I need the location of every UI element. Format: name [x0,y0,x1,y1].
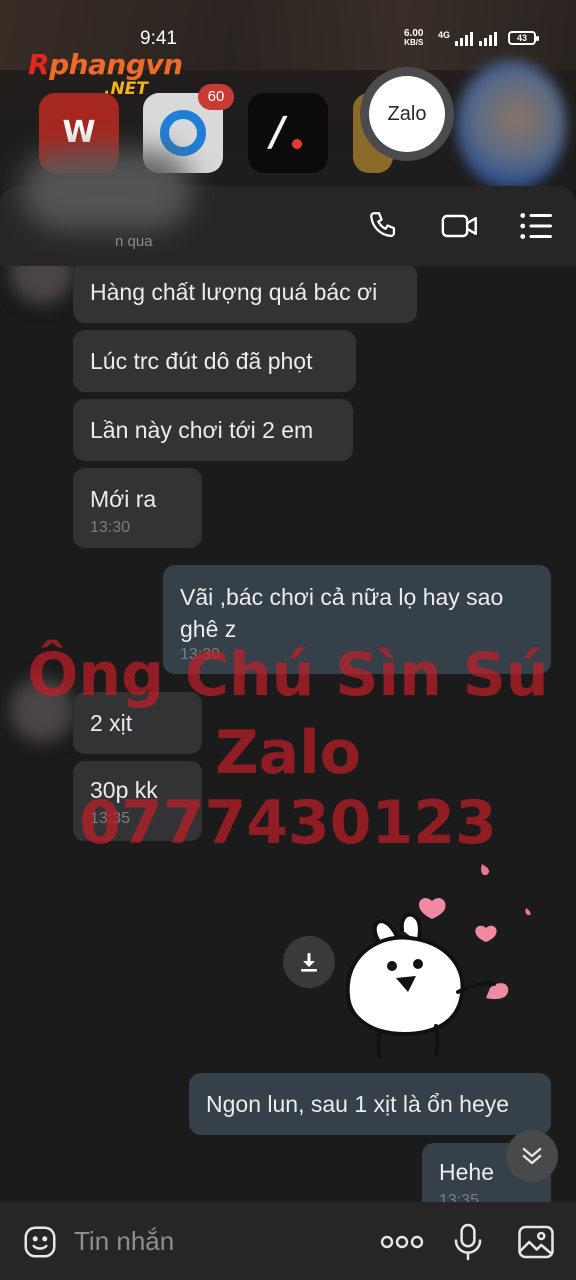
overlay-watermark-line2: Zalo 0777430123 [79,718,497,858]
incoming-message[interactable]: Hàng chất lượng quá bác ơi [73,266,417,323]
logo-letter: R [28,48,50,81]
message-time: 13:30 [90,519,131,536]
message-text: Hàng chất lượng quá bác ơi [90,279,378,305]
notification-badge: 60 [198,84,234,110]
download-icon [301,953,317,972]
network-speed: 6.00 KB/S [404,29,424,48]
incoming-message[interactable]: Lúc trc đút dô đã phọt [73,330,356,392]
message-text: Ngon lun, sau 1 xịt là ổn heye [206,1091,510,1117]
signal-strength-icon [455,30,473,46]
scroll-to-bottom-button[interactable] [506,1130,558,1182]
message-time: 13:35 [439,1192,480,1202]
message-input[interactable]: Tin nhắn [74,1226,174,1257]
battery-icon: 43 [508,31,539,45]
blurred-avatar-bubble[interactable] [456,60,566,190]
download-sticker-button[interactable] [283,936,335,988]
wifi-signal-icon [479,30,497,46]
message-text: Lúc trc đút dô đã phọt [90,348,313,374]
video-call-icon[interactable] [440,206,480,246]
incoming-message[interactable]: Lần này chơi tới 2 em [73,399,353,461]
sticker-icon[interactable] [18,1220,62,1264]
microphone-icon[interactable] [446,1220,490,1264]
network-speed-unit: KB/S [404,38,424,47]
status-time: 9:41 [140,28,177,49]
slash-app-icon[interactable]: / [248,93,328,173]
last-seen-status: n qua [115,233,153,250]
incoming-message[interactable]: Mới ra 13:30 [73,468,202,548]
double-chevron-down-icon [522,1147,542,1165]
menu-list-icon[interactable] [517,206,557,246]
image-icon[interactable] [514,1220,558,1264]
zalo-logo-icon: Zalo [369,76,445,152]
phone-icon[interactable] [364,206,404,246]
more-icon[interactable] [378,1220,426,1264]
message-text: Mới ra [90,486,157,512]
sender-avatar[interactable] [10,266,74,304]
zalo-chat-head[interactable]: Zalo [360,67,454,161]
logo-word: phangvn [49,48,183,81]
site-logo: Rphangvn [28,48,183,81]
contact-name-blurred[interactable] [22,150,192,230]
network-type: 4G [438,30,451,40]
outgoing-message[interactable]: Ngon lun, sau 1 xịt là ổn heye [189,1073,551,1135]
message-text: Lần này chơi tới 2 em [90,417,314,443]
overlay-watermark-line1: Ông Chú Sìn Sú [27,640,549,710]
bunny-sticker[interactable] [340,856,550,1066]
message-text: Vãi ,bác chơi cả nữa lọ hay sao ghê z [180,584,504,642]
